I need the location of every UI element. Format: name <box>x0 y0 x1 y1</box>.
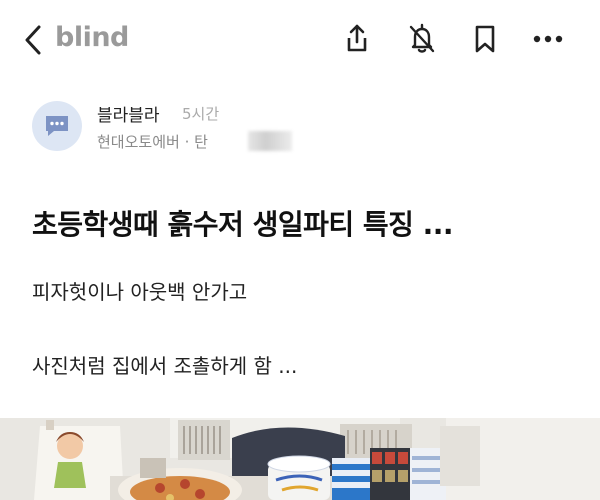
post-time: 5시간 <box>182 105 220 123</box>
bookmark-icon[interactable] <box>468 22 502 56</box>
post-photo[interactable] <box>0 418 600 500</box>
brand-logo: blind <box>55 22 129 53</box>
post-body-line-1: 피자헛이나 아웃백 안가고 <box>32 280 248 304</box>
back-chevron-icon[interactable] <box>22 24 46 56</box>
author-name[interactable]: 블라블라 <box>97 101 160 126</box>
share-icon[interactable] <box>340 22 374 56</box>
post-title: 초등학생때 흙수저 생일파티 특징 ... <box>32 208 454 241</box>
post-body-line-2: 사진처럼 집에서 조촐하게 함 ... <box>32 354 298 378</box>
avatar[interactable] <box>32 101 82 151</box>
more-icon[interactable] <box>531 22 565 56</box>
top-bar: blind <box>0 0 600 80</box>
blurred-redaction <box>248 131 292 151</box>
chat-bubble-icon <box>46 116 68 136</box>
notification-off-icon[interactable] <box>405 22 439 56</box>
author-company: 현대오토에버 · 탄 <box>97 133 208 151</box>
